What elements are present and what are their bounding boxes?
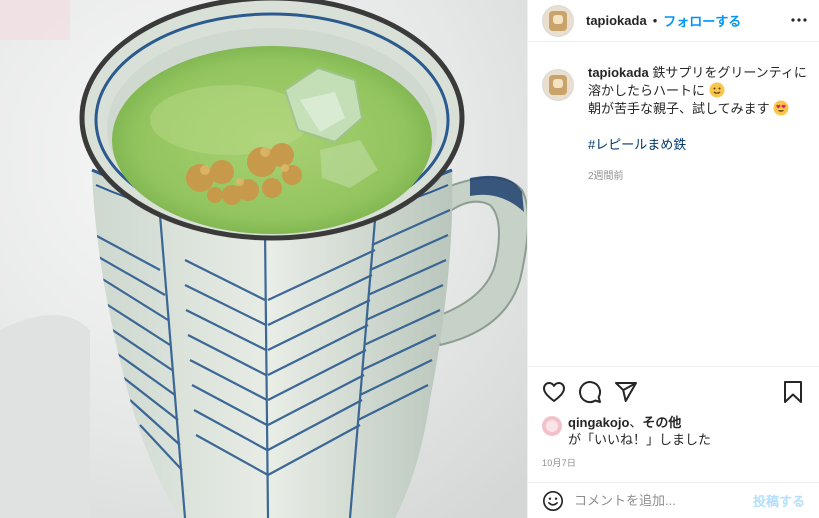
post-comment-button[interactable]: 投稿する — [753, 491, 805, 510]
likes-summary: qingakojo、その他 が「いいね！」しました — [542, 414, 812, 448]
bookmark-icon[interactable] — [781, 380, 805, 404]
share-icon[interactable] — [614, 380, 638, 404]
caption-body: tapiokada 鉄サプリをグリーンティに溶かしたらハートに 朝が苦手な親子、… — [588, 64, 812, 186]
post-actions — [528, 366, 819, 416]
caption-username[interactable]: tapiokada — [588, 65, 649, 80]
post-date[interactable]: 10月7日 — [542, 456, 576, 469]
matcha-mug-image — [0, 0, 527, 518]
comment-bar: 投稿する — [528, 482, 819, 518]
caption-avatar[interactable] — [542, 69, 574, 101]
follow-button[interactable]: フォローする — [663, 11, 741, 30]
likes-suffix: が「いいね！」しました — [568, 432, 712, 447]
liker-username[interactable]: qingakojo — [568, 415, 629, 430]
likes-text: qingakojo、その他 が「いいね！」しました — [568, 414, 711, 448]
comment-input[interactable] — [574, 493, 753, 508]
heart-eyes-face-icon — [773, 100, 789, 116]
emoji-icon[interactable] — [542, 490, 564, 512]
post-side-panel: tapiokada • フォローする tapiokada 鉄サプリをグリーンティ… — [527, 0, 819, 518]
caption-hashtag[interactable]: #レピールまめ鉄 — [588, 136, 812, 154]
liker-avatar[interactable] — [542, 416, 562, 436]
post-header: tapiokada • フォローする — [528, 0, 819, 42]
comment-icon[interactable] — [578, 380, 602, 404]
post-caption: tapiokada 鉄サプリをグリーンティに溶かしたらハートに 朝が苦手な親子、… — [542, 64, 812, 186]
likes-joiner: 、 — [629, 415, 643, 430]
instagram-post: tapiokada • フォローする tapiokada 鉄サプリをグリーンティ… — [0, 0, 819, 518]
more-options-icon[interactable] — [789, 10, 809, 30]
post-photo[interactable] — [0, 0, 527, 518]
author-avatar[interactable] — [542, 4, 574, 37]
author-username[interactable]: tapiokada — [586, 13, 647, 28]
header-separator: • — [652, 13, 658, 28]
caption-time-ago[interactable]: 2週間前 — [588, 168, 812, 186]
heart-icon[interactable] — [542, 380, 566, 404]
caption-line-2: 朝が苦手な親子、試してみます — [588, 101, 770, 116]
likes-others-link[interactable]: その他 — [642, 415, 681, 430]
slightly-smiling-face-icon — [709, 82, 725, 98]
